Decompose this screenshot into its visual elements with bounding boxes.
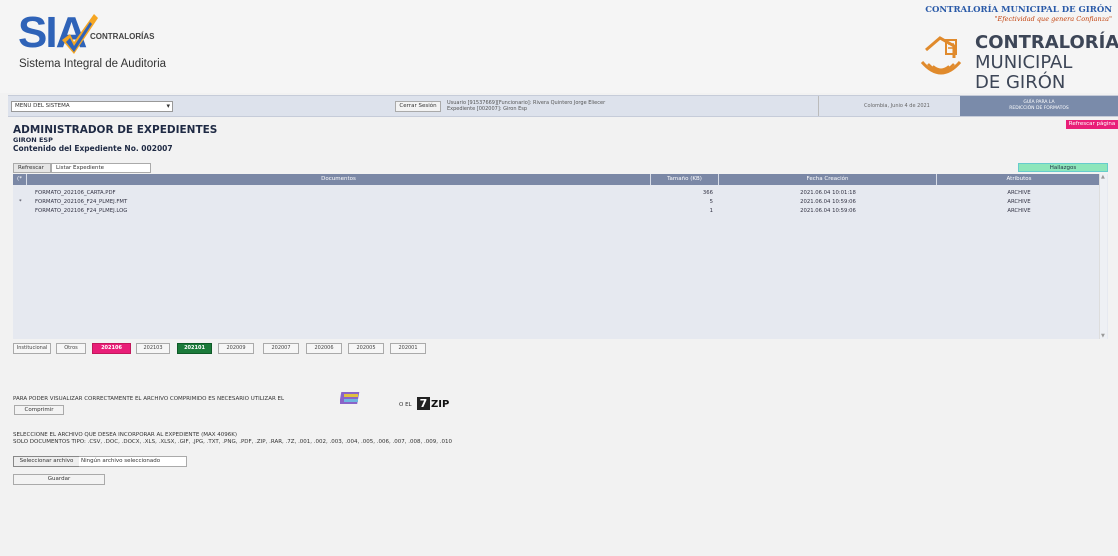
row-document[interactable]: FORMATO_202106_F24_PLMEJ.FMT [35,198,127,206]
expediente-content-title: Contenido del Expediente No. 002007 [13,144,173,153]
header: SIA CONTRALORÍAS Sistema Integral de Aud… [0,0,1118,93]
period-tab-202106[interactable]: 202106 [92,343,131,354]
tab-listar-expediente[interactable]: Listar Expediente [51,163,151,173]
allowed-types-message: SOLO DOCUMENTOS TIPO: .CSV, .DOC, .DOCX,… [13,439,452,445]
contraloria-name-line3: DE GIRÓN [975,72,1066,93]
7zip-icon[interactable]: 7 ZIP [417,397,455,411]
guide-link-line2: REDICCIÓN DE FORMATOS [1009,106,1069,111]
row-mark [15,207,25,215]
documents-table: (* Documentos Tamaño (KB) Fecha Creación… [13,174,1108,339]
compress-button[interactable]: Comprimir [14,405,64,415]
row-date: 2021.06.04 10:01:18 [800,190,856,196]
period-tab-202006[interactable]: 202006 [306,343,342,354]
select-file-message: SELECCIONE EL ARCHIVO QUE DESEA INCORPOR… [13,432,238,438]
choose-file-button[interactable]: Seleccionar archivo [13,456,80,467]
expediente-line: Expediente [002007]: Giron Esp [447,106,528,112]
period-tab-202005[interactable]: 202005 [348,343,384,354]
contraloria-name-line1: CONTRALORÍA [975,32,1118,53]
compress-message: PARA PODER VISUALIZAR CORRECTAMENTE EL A… [13,396,285,402]
period-tab-202001[interactable]: 202001 [390,343,426,354]
column-header-documentos[interactable]: Documentos [27,174,651,185]
refresh-page-button[interactable]: Refrescar página [1066,120,1118,129]
contraloria-slogan: "Efectividad que genera Confianza" [994,15,1112,23]
compress-or: O EL [399,402,412,408]
row-document[interactable]: FORMATO_202106_F24_PLMEJ.LOG [35,207,127,215]
scroll-up-icon[interactable]: ▲ [1101,174,1105,180]
page-title: ADMINISTRADOR DE EXPEDIENTES [13,124,218,136]
period-tab-202103[interactable]: 202103 [136,343,170,354]
logout-button[interactable]: Cerrar Sesión [395,101,441,112]
winrar-icon[interactable] [340,388,362,408]
table-row[interactable]: * FORMATO_202106_F24_PLMEJ.FMT 5 2021.06… [13,198,1101,206]
period-tab-otros[interactable]: Otros [56,343,86,354]
top-toolbar: MENU DEL SISTEMA ▾ Cerrar Sesión Usuario… [8,95,1118,117]
table-header: (* Documentos Tamaño (KB) Fecha Creación… [13,174,1101,185]
7zip-label: ZIP [431,399,450,410]
contraloria-banner: CONTRALORÍA MUNICIPAL DE GIRÓN "Efectivi… [925,5,1112,23]
period-tab-202009[interactable]: 202009 [218,343,254,354]
row-attributes: ARCHIVE [1007,208,1031,214]
contraloria-emblem-icon [920,36,962,75]
column-header-fecha[interactable]: Fecha Creación [719,174,937,185]
divider [818,96,819,116]
scroll-down-icon[interactable]: ▼ [1101,333,1105,339]
page-title-block: ADMINISTRADOR DE EXPEDIENTES GIRON ESP C… [13,124,217,153]
contraloria-top-title: CONTRALORÍA MUNICIPAL DE GIRÓN [925,5,1112,15]
contraloria-name-line2: MUNICIPAL [975,52,1073,73]
table-scrollbar[interactable]: ▲ ▼ [1099,174,1107,339]
row-attributes: ARCHIVE [1007,199,1031,205]
row-mark: * [19,199,22,205]
row-attributes: ARCHIVE [1007,190,1031,196]
column-header-atributos[interactable]: Atributos [937,174,1101,185]
column-header-mark[interactable]: (* [13,174,27,185]
period-tab-institucional[interactable]: Institucional [13,343,51,354]
sia-subtitle: Sistema Integral de Auditoria [19,58,167,70]
row-document[interactable]: FORMATO_202106_CARTA.PDF [35,189,116,197]
row-mark [15,189,25,197]
period-tab-202007[interactable]: 202007 [263,343,299,354]
row-size: 366 [702,190,713,196]
column-header-tamano[interactable]: Tamaño (KB) [651,174,719,185]
hallazgos-button[interactable]: Hallazgos [1018,163,1108,172]
user-info: Usuario [91537669][Funcionario]: Rivera … [447,100,605,112]
guide-link[interactable]: GUÍA PARA LA REDICCIÓN DE FORMATOS [960,96,1118,116]
save-button[interactable]: Guardar [13,474,105,485]
sia-brand: CONTRALORÍAS [90,32,155,41]
7zip-digit: 7 [417,397,430,410]
system-menu-value: MENU DEL SISTEMA [15,103,70,109]
table-row[interactable]: FORMATO_202106_F24_PLMEJ.LOG 1 2021.06.0… [13,207,1101,215]
contraloria-name: CONTRALORÍA MUNICIPAL DE GIRÓN [975,33,1118,93]
row-date: 2021.06.04 10:59:06 [800,199,856,205]
current-date: Colombia, Junio 4 de 2021 [864,103,930,109]
row-size: 5 [709,199,713,205]
period-tab-202101[interactable]: 202101 [177,343,212,354]
row-date: 2021.06.04 10:59:06 [800,208,856,214]
tab-refrescar[interactable]: Refrescar [13,163,51,173]
selected-file-name: Ningún archivo seleccionado [79,456,187,467]
chevron-down-icon: ▾ [166,102,170,110]
entity-name: GIRON ESP [13,136,53,144]
table-row[interactable]: FORMATO_202106_CARTA.PDF 366 2021.06.04 … [13,189,1101,197]
row-size: 1 [709,208,713,214]
system-menu-select[interactable]: MENU DEL SISTEMA ▾ [11,101,173,112]
